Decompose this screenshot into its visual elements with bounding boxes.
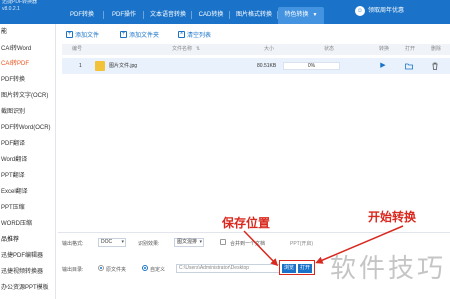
- sidebar-section-recommend: 品推荐: [1, 237, 20, 243]
- sort-icon[interactable]: ⇅: [196, 44, 200, 55]
- sidebar-section-features: 能: [1, 29, 8, 35]
- original-folder-radio[interactable]: [98, 265, 104, 271]
- vip-offer-label: 领取周年优惠: [368, 8, 405, 14]
- output-format-label: 输出格式:: [62, 241, 84, 247]
- output-format-value: DOC: [101, 239, 113, 245]
- sidebar-item-word-translate[interactable]: Word翻译: [0, 154, 56, 167]
- col-open: 打开: [405, 46, 416, 52]
- chevron-down-icon: ▾: [121, 239, 124, 245]
- row-index: 1: [79, 63, 82, 69]
- app-title: 迅捷PDF转换器: [2, 0, 38, 5]
- sidebar: 能 CAI转Word CAI转PDF PDF转换 图片转文字(OCR) 截图识别…: [0, 24, 56, 299]
- tab-pdf-operations[interactable]: PDF操作: [104, 7, 144, 24]
- add-file-icon: +: [66, 30, 73, 38]
- col-index: 编号: [72, 46, 83, 52]
- toolbar: + 添加文件 + 添加文件夹 × 清空列表: [58, 26, 450, 41]
- recognize-effect-value: 图文混排: [177, 239, 198, 245]
- recognize-effect-select[interactable]: 图文混排 ▾: [174, 238, 204, 247]
- caret-down-icon: ▼: [312, 12, 318, 18]
- add-folder-label: 添加文件夹: [129, 32, 160, 39]
- add-folder-button[interactable]: + 添加文件夹: [120, 29, 159, 39]
- add-file-label: 添加文件: [75, 32, 100, 39]
- col-delete: 删除: [431, 46, 442, 52]
- progress-text: 0%: [307, 63, 316, 69]
- sidebar-item-video-converter[interactable]: 迅捷视频转换器: [0, 266, 56, 279]
- tab-label: CAD转换: [198, 12, 224, 18]
- user-icon: ☺: [355, 6, 365, 16]
- annotation-start-convert: 开始转换: [368, 210, 417, 224]
- folder-icon[interactable]: [405, 62, 413, 70]
- sidebar-item-pdf-convert[interactable]: PDF转换: [0, 74, 56, 87]
- merge-checkbox[interactable]: [220, 239, 226, 245]
- clear-list-button[interactable]: × 清空列表: [178, 29, 211, 39]
- watermark-text: 软件技巧: [330, 254, 447, 284]
- tab-text-speech[interactable]: 文本语音转换: [144, 7, 192, 24]
- custom-folder-label: 自定义: [150, 267, 166, 273]
- row-size: 80.51KB: [257, 63, 277, 69]
- image-file-icon: [95, 61, 105, 71]
- file-table-header: 编号 文件名称 ⇅ 大小 状态 转换 打开 删除: [62, 44, 450, 55]
- sidebar-item-screenshot-ocr[interactable]: 截图识别: [0, 106, 56, 119]
- tab-label: PDF转换: [69, 12, 94, 18]
- output-dir-label: 输出目录:: [62, 267, 84, 273]
- row-filename: 图片文件.jpg: [109, 63, 138, 69]
- clear-list-label: 清空列表: [187, 32, 212, 39]
- progress-bar: 0%: [283, 62, 340, 70]
- play-icon[interactable]: ▶: [379, 62, 387, 70]
- sidebar-item-pdf-to-word-ocr[interactable]: PDF转Word(OCR): [0, 122, 56, 135]
- tab-label: PDF操作: [111, 12, 136, 18]
- trash-icon[interactable]: [431, 62, 439, 70]
- tab-label: 特色转换: [284, 12, 309, 18]
- tab-label: 文本语音转换: [149, 12, 186, 18]
- top-bar: 迅捷PDF转换器 v8.0.2.1 PDF转换 PDF操作 文本语音转换 CAD…: [0, 0, 450, 24]
- tab-image-format[interactable]: 图片格式转换: [230, 7, 278, 24]
- col-size: 大小: [264, 46, 275, 52]
- ppt-option-label: PPT(开启): [290, 241, 314, 247]
- col-convert: 转换: [379, 46, 390, 52]
- tab-label: 图片格式转换: [235, 12, 272, 18]
- col-filename[interactable]: 文件名称: [172, 44, 192, 55]
- chevron-down-icon: ▾: [199, 239, 202, 245]
- clear-list-icon: ×: [178, 30, 185, 38]
- add-file-button[interactable]: + 添加文件: [66, 29, 99, 39]
- sidebar-item-cai-to-word[interactable]: CAI转Word: [0, 43, 56, 56]
- sidebar-item-excel-translate[interactable]: Excel翻译: [0, 186, 56, 199]
- sidebar-item-word-compress[interactable]: WORD压缩: [0, 218, 56, 231]
- output-path-input[interactable]: C:\Users\Administrator\Desktop: [176, 264, 280, 273]
- custom-folder-radio[interactable]: [142, 265, 148, 271]
- sidebar-item-image-to-text[interactable]: 图片转文字(OCR): [0, 90, 56, 103]
- sidebar-item-ppt-translate[interactable]: PPT翻译: [0, 170, 56, 183]
- merge-label: 合并到一个文档: [230, 241, 266, 247]
- tab-cad-convert[interactable]: CAD转换: [192, 7, 230, 24]
- recognize-effect-label: 识别效果:: [138, 241, 160, 247]
- sidebar-item-pdf-translate[interactable]: PDF翻译: [0, 138, 56, 151]
- vip-offer-button[interactable]: ☺ 领取周年优惠: [355, 3, 404, 19]
- table-row[interactable]: 1 图片文件.jpg 80.51KB 0% ▶: [62, 58, 450, 74]
- col-status: 状态: [324, 46, 335, 52]
- sidebar-item-pdf-editor[interactable]: 迅捷PDF编辑器: [0, 250, 56, 263]
- original-folder-label: 原文件夹: [106, 267, 127, 273]
- output-format-select[interactable]: DOC ▾: [98, 238, 126, 247]
- annotation-save-location: 保存位置: [222, 216, 271, 230]
- annotation-highlight-box: [279, 260, 315, 275]
- app-version: v8.0.2.1: [2, 6, 20, 12]
- add-folder-icon: +: [120, 30, 127, 38]
- tab-special-convert[interactable]: 特色转换 ▼: [278, 7, 324, 24]
- sidebar-item-ppt-compress[interactable]: PPT压缩: [0, 202, 56, 215]
- sidebar-item-cai-to-pdf[interactable]: CAI转PDF: [0, 58, 56, 71]
- tab-pdf-convert[interactable]: PDF转换: [60, 7, 104, 24]
- sidebar-item-ppt-templates[interactable]: 办公资源PPT模板: [0, 282, 56, 295]
